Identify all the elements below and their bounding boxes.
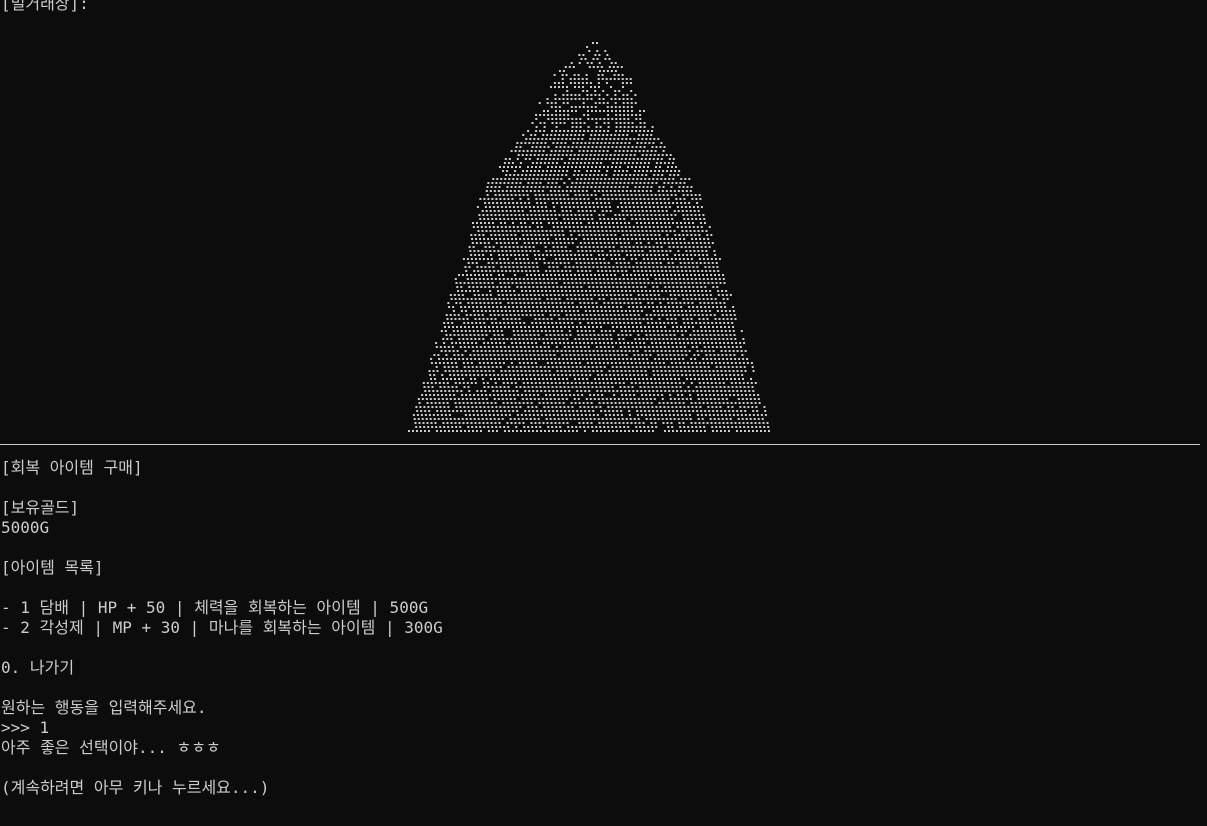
hooded-merchant-ascii-art-icon <box>400 38 780 434</box>
continue-prompt: (계속하려면 아무 키나 누르세요...) <box>1 778 270 797</box>
gold-label: [보유골드] <box>1 498 80 517</box>
gold-value: 5000G <box>1 518 50 537</box>
prompt-instruction: 원하는 행동을 입력해주세요. <box>1 698 207 717</box>
console-window: [밀거래상]: [회복 아이템 구매] [보유골드] 5000G [아이템 목록… <box>0 0 1207 826</box>
section-divider <box>0 444 1200 445</box>
ascii-art-canvas <box>408 42 770 432</box>
input-line[interactable]: >>> 1 <box>1 718 49 738</box>
exit-option[interactable]: 0. 나가기 <box>1 658 74 678</box>
items-title: [아이템 목록] <box>1 558 104 577</box>
shop-title: [회복 아이템 구매] <box>1 458 143 477</box>
ascii-art-dots <box>408 42 770 432</box>
npc-name-label: [밀거래상]: <box>1 0 89 13</box>
merchant-response: 아주 좋은 선택이야... ㅎㅎㅎ <box>1 738 221 757</box>
item-row-2[interactable]: - 2 각성제 | MP + 30 | 마나를 회복하는 아이템 | 300G <box>1 618 443 638</box>
item-row-1[interactable]: - 1 담배 | HP + 50 | 체력을 회복하는 아이템 | 500G <box>1 598 428 618</box>
